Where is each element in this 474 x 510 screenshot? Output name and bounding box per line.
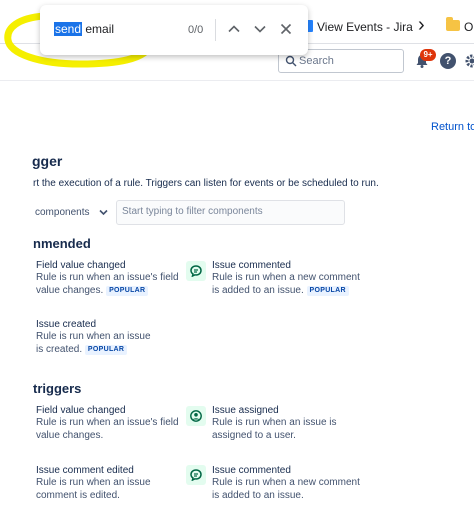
trigger-desc: Rule is run when an issue is created. PO… <box>36 331 151 355</box>
filter-components-input[interactable]: Start typing to filter components <box>116 200 345 225</box>
trigger-card[interactable]: Field value changed Rule is run when an … <box>36 260 196 297</box>
filter-placeholder: Start typing to filter components <box>122 206 263 217</box>
comment-icon <box>186 261 206 281</box>
find-query-selected: send <box>54 22 83 36</box>
bookmarks-overflow-chevron-icon[interactable]: › <box>418 14 425 37</box>
trigger-desc: Rule is run when an issue's field value … <box>36 272 179 296</box>
section-recommended-title: nmended <box>33 236 91 251</box>
chevron-up-icon <box>228 25 240 33</box>
popular-badge: POPULAR <box>106 285 149 296</box>
find-input[interactable]: send email <box>54 22 114 36</box>
trigger-title: Field value changed <box>36 260 126 271</box>
page-title: gger <box>32 153 63 169</box>
trigger-title: Issue created <box>36 319 97 330</box>
search-icon <box>285 55 297 67</box>
trigger-card[interactable]: Issue created Rule is run when an issue … <box>36 319 156 356</box>
find-separator <box>215 19 216 41</box>
trigger-card[interactable]: Issue assigned Rule is run when an issue… <box>212 405 342 442</box>
return-link[interactable]: Return to <box>431 121 474 133</box>
find-close-button[interactable] <box>274 17 298 41</box>
bookmark-view-events[interactable]: View Events - Jira <box>317 20 413 34</box>
trigger-title: Field value changed <box>36 405 126 416</box>
trigger-desc: Rule is run when an issue comment is edi… <box>36 477 151 501</box>
components-select-value: components <box>35 207 90 218</box>
trigger-desc: Rule is run when a new comment is added … <box>212 477 360 501</box>
chevron-down-icon <box>99 209 108 216</box>
page-intro: rt the execution of a rule. Triggers can… <box>33 178 379 189</box>
trigger-card[interactable]: Field value changed Rule is run when an … <box>36 405 196 442</box>
notifications-badge: 9+ <box>420 49 436 61</box>
help-icon[interactable]: ? <box>440 53 456 69</box>
bookmark-folder-label[interactable]: O <box>464 20 473 34</box>
trigger-card[interactable]: Issue commented Rule is run when a new c… <box>212 465 362 502</box>
trigger-card[interactable]: Issue commented Rule is run when a new c… <box>212 260 362 297</box>
trigger-desc: Rule is run when an issue is assigned to… <box>212 417 337 441</box>
folder-icon[interactable] <box>446 17 460 31</box>
find-match-count: 0/0 <box>188 24 204 36</box>
trigger-desc: Rule is run when an issue's field value … <box>36 417 179 441</box>
trigger-title: Issue commented <box>212 260 291 271</box>
popular-badge: POPULAR <box>84 344 128 355</box>
section-triggers-title: triggers <box>33 381 82 396</box>
trigger-desc: Rule is run when a new comment is added … <box>212 272 360 296</box>
find-next-button[interactable] <box>248 17 272 41</box>
trigger-card[interactable]: Issue comment edited Rule is run when an… <box>36 465 166 502</box>
find-previous-button[interactable] <box>222 17 246 41</box>
topbar-divider <box>0 80 474 81</box>
trigger-title: Issue commented <box>212 465 291 476</box>
components-select[interactable]: components <box>21 201 115 224</box>
trigger-title: Issue assigned <box>212 405 279 416</box>
close-icon <box>280 23 292 35</box>
chevron-down-icon <box>254 25 266 33</box>
comment-icon <box>186 465 206 485</box>
find-query-rest: email <box>82 22 115 36</box>
trigger-title: Issue comment edited <box>36 465 134 476</box>
search-placeholder: Search <box>299 55 334 67</box>
find-bar: send email 0/0 <box>40 5 308 55</box>
user-icon <box>186 406 206 426</box>
gear-icon[interactable] <box>464 53 474 69</box>
popular-badge: POPULAR <box>306 285 349 296</box>
